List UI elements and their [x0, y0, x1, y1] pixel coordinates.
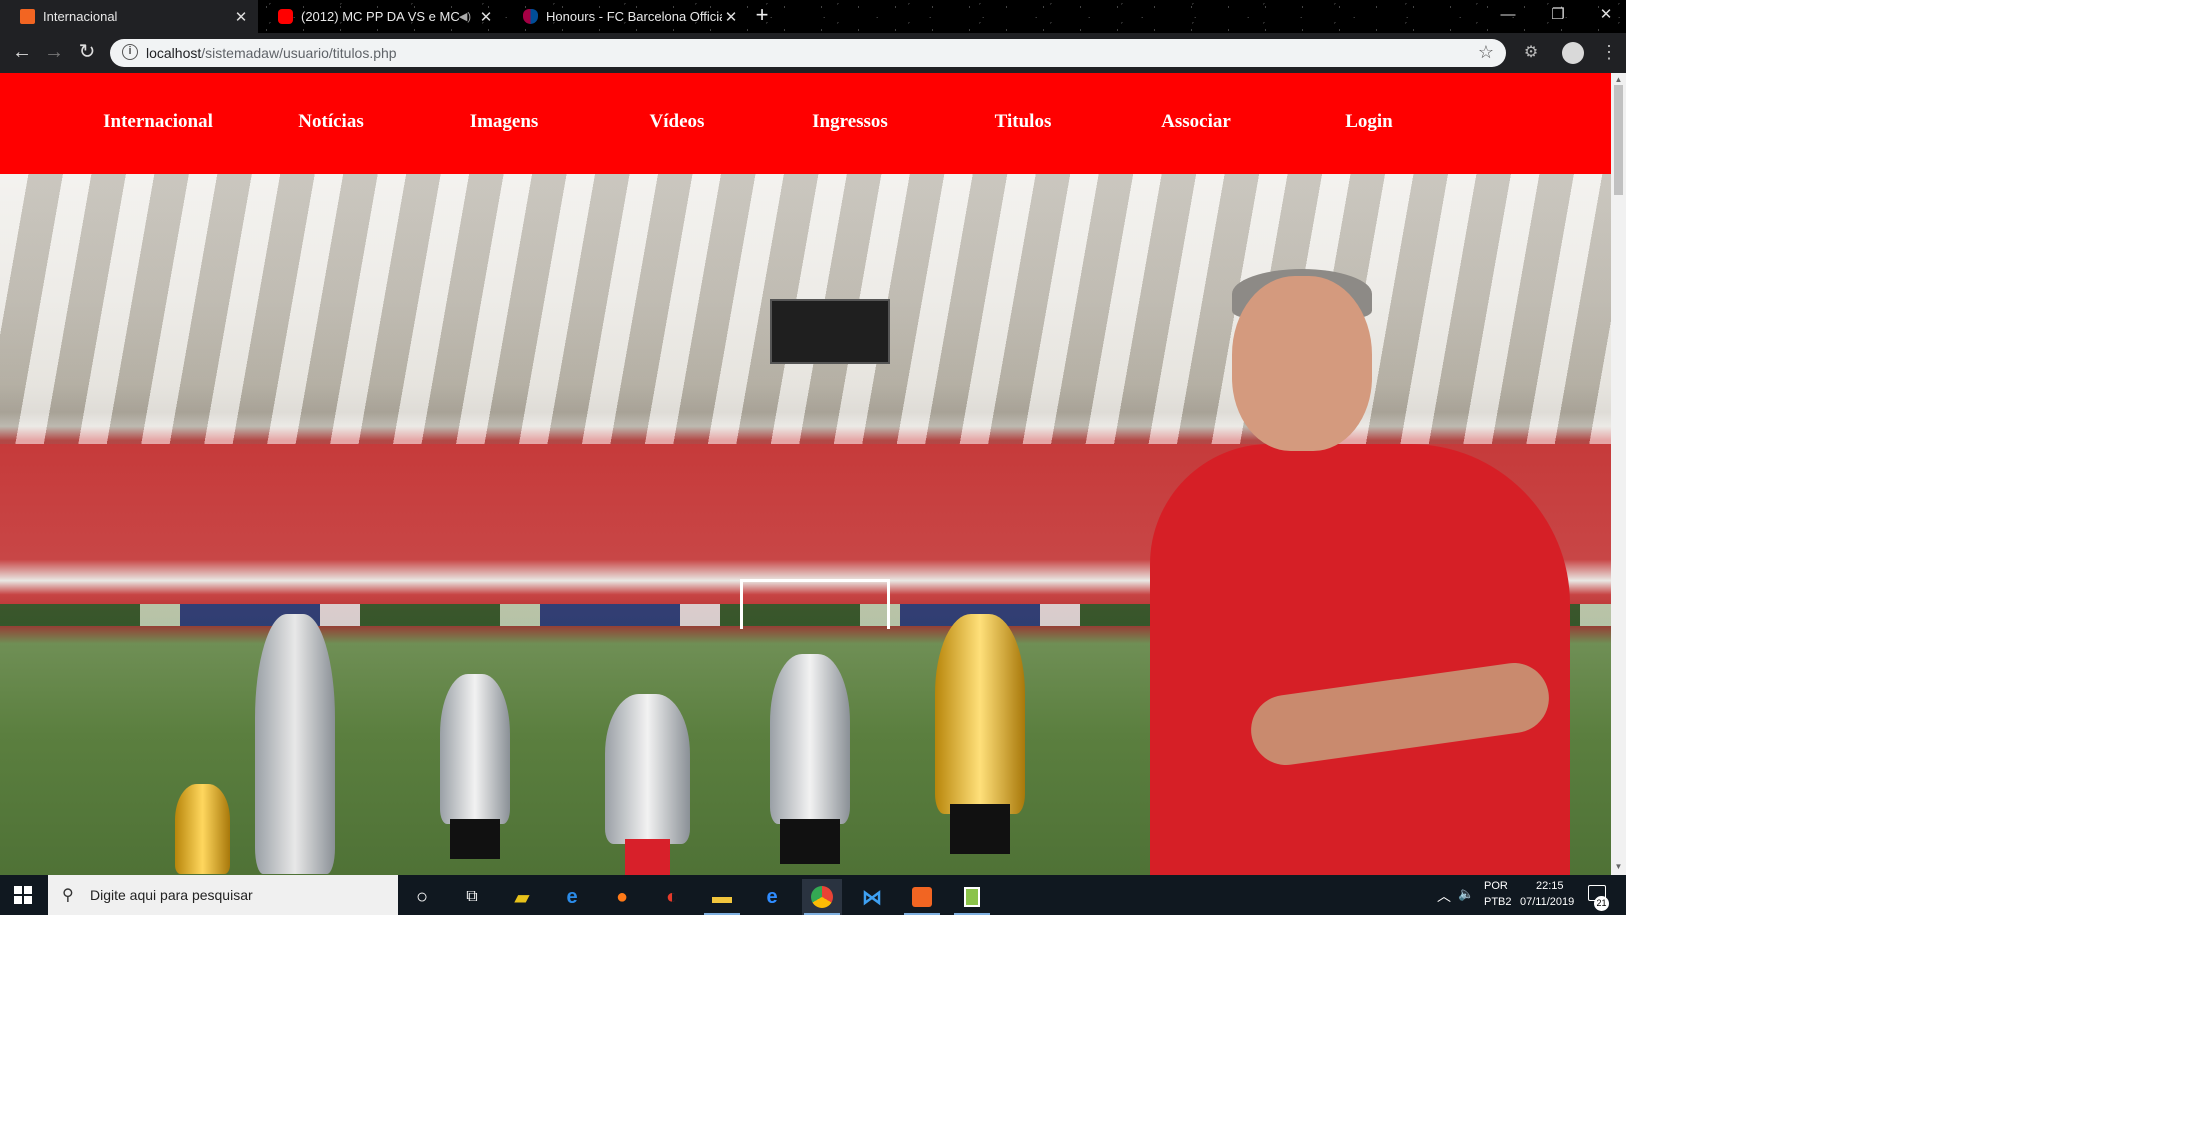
youtube-favicon-icon: [278, 9, 293, 24]
nav-noticias[interactable]: Notícias: [298, 111, 363, 133]
trophy-silver-tall: [255, 614, 335, 874]
language-top[interactable]: POR: [1484, 880, 1508, 892]
url-host: localhost: [146, 45, 202, 61]
address-bar[interactable]: i localhost/sistemadaw/usuario/titulos.p…: [110, 39, 1506, 67]
restore-button[interactable]: ❐: [1538, 4, 1578, 28]
xampp-favicon-icon: [20, 9, 35, 24]
reload-button[interactable]: ↻: [74, 40, 100, 66]
nav-videos[interactable]: Vídeos: [650, 111, 705, 133]
close-tab-icon[interactable]: ✕: [722, 8, 740, 26]
forward-button[interactable]: →: [41, 40, 67, 66]
stadium-scoreboard: [770, 299, 890, 364]
file-manager-app-icon[interactable]: ▰: [502, 879, 542, 915]
profile-avatar[interactable]: [1562, 42, 1584, 64]
scroll-down-arrow-icon[interactable]: ▼: [1614, 862, 1623, 872]
scrollbar-thumb[interactable]: [1614, 85, 1623, 195]
new-tab-button[interactable]: +: [750, 4, 774, 28]
tab-title: (2012) MC PP DA VS e MC R: [301, 9, 459, 24]
back-button[interactable]: ←: [9, 40, 35, 66]
tab-title: Honours - FC Barcelona Official w: [546, 9, 722, 24]
player-red-jersey: [1150, 444, 1570, 875]
site-nav-bar: Internacional Notícias Imagens Vídeos In…: [0, 73, 1611, 174]
search-placeholder: Digite aqui para pesquisar: [90, 887, 253, 903]
volume-icon[interactable]: 🔈: [1458, 886, 1474, 902]
show-hidden-icons-icon[interactable]: ︿: [1437, 886, 1451, 906]
close-window-button[interactable]: ✕: [1586, 4, 1626, 28]
vscode-icon[interactable]: ⋈: [852, 879, 892, 915]
trophy-silver-large: [770, 654, 850, 824]
page-viewport: Internacional Notícias Imagens Vídeos In…: [0, 73, 1626, 875]
nav-associar[interactable]: Associar: [1161, 111, 1231, 133]
tab-youtube[interactable]: (2012) MC PP DA VS e MC R ◀) ✕: [258, 0, 503, 33]
app-icon[interactable]: ◐: [652, 879, 692, 915]
trophy-base: [450, 819, 500, 859]
goal-frame: [740, 579, 890, 629]
search-icon: ⚲: [62, 887, 74, 904]
scroll-up-arrow-icon[interactable]: ▲: [1614, 75, 1623, 85]
trophy-base: [950, 804, 1010, 854]
vertical-scrollbar[interactable]: ▲ ▼: [1611, 73, 1626, 875]
taskbar-search-box[interactable]: ⚲ Digite aqui para pesquisar: [48, 875, 398, 915]
menu-kebab-icon[interactable]: ⋮: [1598, 42, 1620, 64]
chrome-icon[interactable]: [802, 879, 842, 915]
barcelona-crest-icon: [523, 9, 538, 24]
clock-time[interactable]: 22:15: [1536, 880, 1564, 892]
trophy-gold-small: [175, 784, 230, 874]
nav-internacional[interactable]: Internacional: [103, 111, 213, 133]
internet-explorer-icon[interactable]: e: [552, 879, 592, 915]
close-tab-icon[interactable]: ✕: [477, 8, 495, 26]
trophy-base-red: [625, 839, 670, 875]
hero-image: [0, 174, 1611, 875]
tab-barcelona[interactable]: Honours - FC Barcelona Official w ✕: [503, 0, 748, 33]
tab-title: Internacional: [43, 9, 118, 24]
speaker-icon[interactable]: ◀): [459, 10, 471, 23]
notification-count: 21: [1594, 896, 1609, 911]
xampp-icon[interactable]: [902, 879, 942, 915]
url-text[interactable]: localhost/sistemadaw/usuario/titulos.php: [146, 45, 397, 61]
url-path: /sistemadaw/usuario/titulos.php: [201, 45, 397, 61]
nav-ingressos[interactable]: Ingressos: [812, 111, 888, 133]
edge-icon[interactable]: e: [752, 879, 792, 915]
bookmark-star-icon[interactable]: ☆: [1478, 42, 1494, 63]
firefox-icon[interactable]: ●: [602, 879, 642, 915]
close-tab-icon[interactable]: ✕: [232, 8, 250, 26]
clock-date[interactable]: 07/11/2019: [1520, 896, 1574, 908]
nav-titulos[interactable]: Titulos: [995, 111, 1052, 133]
file-explorer-icon[interactable]: ▬: [702, 879, 742, 915]
info-icon[interactable]: i: [122, 44, 138, 60]
task-view-icon[interactable]: ⧉: [452, 879, 492, 915]
minimize-button[interactable]: —: [1488, 4, 1528, 28]
extension-icon[interactable]: ⚙: [1520, 42, 1542, 64]
language-bottom[interactable]: PTB2: [1484, 896, 1512, 908]
player-head: [1232, 276, 1372, 451]
nav-imagens[interactable]: Imagens: [470, 111, 539, 133]
cortana-icon[interactable]: ○: [402, 879, 442, 915]
notepad-icon[interactable]: [952, 879, 992, 915]
desktop-screen: Internacional ✕ (2012) MC PP DA VS e MC …: [0, 0, 1626, 915]
trophy-silver-cup: [440, 674, 510, 824]
trophy-gold-large: [935, 614, 1025, 814]
browser-tab-strip: Internacional ✕ (2012) MC PP DA VS e MC …: [0, 0, 1626, 33]
windows-start-icon[interactable]: [14, 886, 32, 904]
browser-toolbar: ← → ↻ i localhost/sistemadaw/usuario/tit…: [0, 33, 1626, 73]
tab-internacional[interactable]: Internacional ✕: [0, 0, 258, 33]
trophy-silver-red-ribbon: [605, 694, 690, 844]
windows-taskbar: ⚲ Digite aqui para pesquisar ○ ⧉ ▰ e ● ◐…: [0, 875, 1626, 915]
trophy-base: [780, 819, 840, 864]
nav-login[interactable]: Login: [1345, 111, 1393, 133]
